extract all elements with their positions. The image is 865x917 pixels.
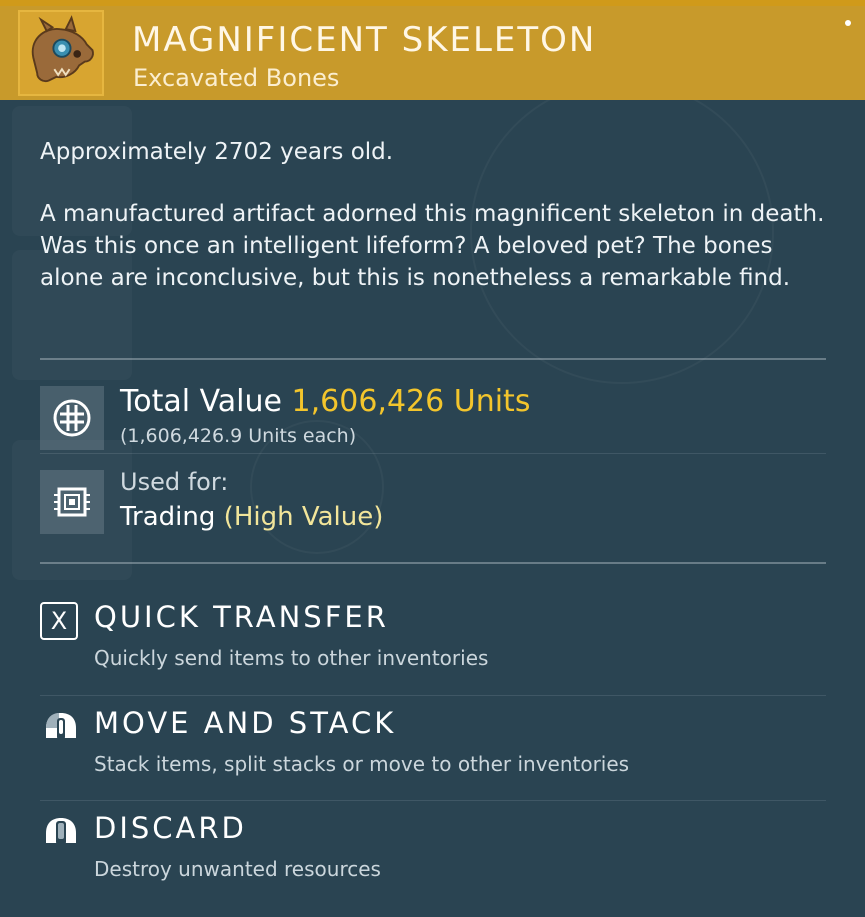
discard-description: Destroy unwanted resources [94, 857, 381, 881]
divider [40, 358, 826, 360]
divider [40, 562, 826, 564]
thin-divider [40, 453, 826, 454]
item-age: Approximately 2702 years old. [40, 136, 830, 168]
total-value-label: Total Value [120, 384, 282, 419]
quick-transfer-title: QUICK TRANSFER [94, 600, 389, 634]
item-description: A manufactured artifact adorned this mag… [40, 201, 825, 291]
usage-qualifier: (High Value) [223, 502, 384, 532]
used-for-label: Used for: [120, 468, 229, 496]
skull-icon [18, 10, 104, 96]
discard-action[interactable]: DISCARD Destroy unwanted resources [0, 811, 865, 917]
quick-transfer-action[interactable]: X QUICK TRANSFER Quickly send items to o… [0, 600, 865, 706]
thin-divider [40, 695, 826, 696]
move-and-stack-title: MOVE AND STACK [94, 706, 397, 740]
item-category: Excavated Bones [133, 64, 340, 92]
total-value-amount: 1,606,426 Units [291, 384, 531, 419]
units-icon [40, 386, 104, 450]
move-and-stack-description: Stack items, split stacks or move to oth… [94, 752, 630, 776]
x-key-label: X [40, 602, 78, 640]
header-dot [845, 20, 851, 26]
move-and-stack-action[interactable]: MOVE AND STACK Stack items, split stacks… [0, 706, 865, 812]
quick-transfer-description: Quickly send items to other inventories [94, 646, 489, 670]
used-for-value: Trading (High Value) [120, 502, 383, 532]
thin-divider [40, 800, 826, 801]
trade-chip-icon [40, 470, 104, 534]
value-each: (1,606,426.9 Units each) [120, 425, 357, 447]
item-name: MAGNIFICENT SKELETON [132, 20, 597, 60]
x-key-icon: X [40, 602, 82, 644]
age-prefix: Approximately [40, 139, 207, 165]
total-value: Total Value 1,606,426 Units [120, 384, 530, 419]
discard-title: DISCARD [94, 811, 247, 845]
item-header: MAGNIFICENT SKELETON Excavated Bones [0, 6, 865, 100]
age-value: 2702 [214, 139, 273, 165]
mouse-middle-icon [40, 813, 82, 855]
usage-type: Trading [120, 502, 216, 532]
mouse-left-icon [40, 708, 82, 750]
age-suffix: years old. [280, 139, 394, 165]
